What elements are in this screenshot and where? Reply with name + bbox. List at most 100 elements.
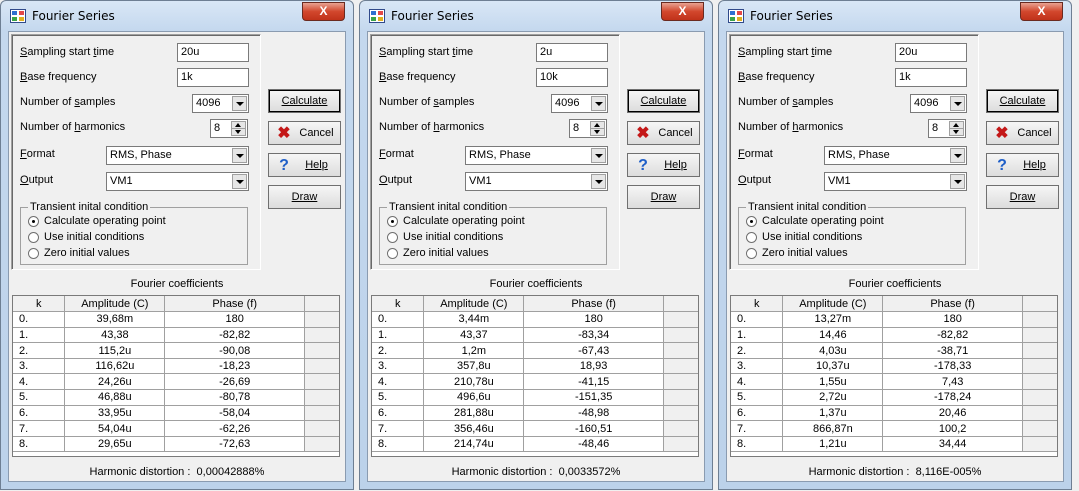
column-header-k[interactable]: k bbox=[731, 296, 784, 313]
close-button[interactable]: X bbox=[1020, 2, 1063, 21]
column-header-amplitude[interactable]: Amplitude (C) bbox=[782, 296, 884, 313]
draw-button[interactable]: Draw bbox=[268, 185, 341, 209]
table-row[interactable]: 0. 3,44m 180 bbox=[372, 311, 698, 328]
table-row[interactable]: 2. 4,03u -38,71 bbox=[731, 342, 1057, 359]
cell-amplitude: 4,03u bbox=[782, 342, 884, 359]
table-row[interactable]: 5. 46,88u -80,78 bbox=[13, 389, 339, 406]
table-row[interactable]: 5. 2,72u -178,24 bbox=[731, 389, 1057, 406]
format-select[interactable]: RMS, Phase bbox=[465, 146, 608, 165]
calculate-button[interactable]: Calculate bbox=[268, 89, 341, 113]
output-select[interactable]: VM1 bbox=[824, 172, 967, 191]
table-row[interactable]: 7. 866,87n 100,2 bbox=[731, 420, 1057, 437]
draw-button[interactable]: Draw bbox=[986, 185, 1059, 209]
chevron-down-icon[interactable] bbox=[591, 96, 606, 111]
output-select[interactable]: VM1 bbox=[106, 172, 249, 191]
table-row[interactable]: 2. 115,2u -90,08 bbox=[13, 342, 339, 359]
draw-button[interactable]: Draw bbox=[627, 185, 700, 209]
table-row[interactable]: 6. 1,37u 20,46 bbox=[731, 405, 1057, 422]
close-icon: X bbox=[678, 4, 687, 18]
column-header-phase[interactable]: Phase (f) bbox=[523, 296, 665, 313]
format-select[interactable]: RMS, Phase bbox=[106, 146, 249, 165]
table-row[interactable]: 1. 14,46 -82,82 bbox=[731, 327, 1057, 344]
table-row[interactable]: 3. 357,8u 18,93 bbox=[372, 358, 698, 375]
table-row[interactable]: 3. 116,62u -18,23 bbox=[13, 358, 339, 375]
number-of-harmonics-stepper[interactable]: 8 bbox=[210, 119, 248, 138]
table-row[interactable]: 0. 39,68m 180 bbox=[13, 311, 339, 328]
column-header-amplitude[interactable]: Amplitude (C) bbox=[64, 296, 166, 313]
column-header-k[interactable]: k bbox=[372, 296, 425, 313]
close-button[interactable]: X bbox=[661, 2, 704, 21]
close-button[interactable]: X bbox=[302, 2, 345, 21]
format-value: RMS, Phase bbox=[828, 149, 890, 161]
cell-k: 6. bbox=[372, 405, 425, 422]
number-of-harmonics-stepper[interactable]: 8 bbox=[928, 119, 966, 138]
table-row[interactable]: 8. 214,74u -48,46 bbox=[372, 436, 698, 453]
cell-empty bbox=[1022, 405, 1057, 422]
chevron-down-icon[interactable] bbox=[950, 174, 965, 189]
cancel-button[interactable]: ✖ Cancel bbox=[268, 121, 341, 145]
table-row[interactable]: 4. 1,55u 7,43 bbox=[731, 373, 1057, 391]
table-row[interactable]: 5. 496,6u -151,35 bbox=[372, 389, 698, 406]
number-of-samples-select[interactable]: 4096 bbox=[910, 94, 967, 113]
cell-amplitude: 43,38 bbox=[64, 327, 166, 344]
chevron-down-icon[interactable] bbox=[591, 174, 606, 189]
base-frequency-label: Base frequency bbox=[379, 71, 456, 83]
radio-icon bbox=[28, 248, 39, 259]
column-header-phase[interactable]: Phase (f) bbox=[882, 296, 1024, 313]
table-row[interactable]: 8. 1,21u 34,44 bbox=[731, 436, 1057, 453]
table-row[interactable]: 2. 1,2m -67,43 bbox=[372, 342, 698, 359]
table-row[interactable]: 0. 13,27m 180 bbox=[731, 311, 1057, 328]
chevron-down-icon[interactable] bbox=[950, 148, 965, 163]
number-of-samples-select[interactable]: 4096 bbox=[551, 94, 608, 113]
table-row[interactable]: 7. 54,04u -62,26 bbox=[13, 420, 339, 437]
cell-k: 2. bbox=[372, 342, 425, 359]
chevron-down-icon[interactable] bbox=[232, 148, 247, 163]
coefficients-table[interactable]: k Amplitude (C) Phase (f) 0. 13,27m 180 1. 1… bbox=[730, 295, 1058, 457]
spin-down-icon[interactable] bbox=[231, 128, 246, 136]
number-of-harmonics-stepper[interactable]: 8 bbox=[569, 119, 607, 138]
cell-empty bbox=[663, 436, 698, 453]
spin-down-icon[interactable] bbox=[590, 128, 605, 136]
column-header-k[interactable]: k bbox=[13, 296, 66, 313]
spin-down-icon[interactable] bbox=[949, 128, 964, 136]
coefficients-table[interactable]: k Amplitude (C) Phase (f) 0. 39,68m 180 1. 4… bbox=[12, 295, 340, 457]
table-row[interactable]: 6. 281,88u -48,98 bbox=[372, 405, 698, 422]
title-bar[interactable]: Fourier Series X bbox=[726, 1, 1064, 31]
table-row[interactable]: 1. 43,37 -83,34 bbox=[372, 327, 698, 344]
format-select[interactable]: RMS, Phase bbox=[824, 146, 967, 165]
cell-amplitude: 357,8u bbox=[423, 358, 525, 375]
cancel-button[interactable]: ✖ Cancel bbox=[627, 121, 700, 145]
table-row[interactable]: 4. 210,78u -41,15 bbox=[372, 373, 698, 391]
help-button[interactable]: ? Help bbox=[627, 153, 700, 177]
title-bar[interactable]: Fourier Series X bbox=[367, 1, 705, 31]
sampling-start-time-input[interactable]: 20u bbox=[177, 43, 249, 62]
cancel-button[interactable]: ✖ Cancel bbox=[986, 121, 1059, 145]
table-row[interactable]: 6. 33,95u -58,04 bbox=[13, 405, 339, 422]
calculate-button[interactable]: Calculate bbox=[627, 89, 700, 113]
chevron-down-icon[interactable] bbox=[950, 96, 965, 111]
calculate-button[interactable]: Calculate bbox=[986, 89, 1059, 113]
base-frequency-input[interactable]: 10k bbox=[536, 68, 608, 87]
sampling-start-time-input[interactable]: 20u bbox=[895, 43, 967, 62]
table-row[interactable]: 4. 24,26u -26,69 bbox=[13, 373, 339, 391]
column-header-empty bbox=[663, 296, 698, 313]
table-row[interactable]: 3. 10,37u -178,33 bbox=[731, 358, 1057, 375]
base-frequency-input[interactable]: 1k bbox=[177, 68, 249, 87]
table-row[interactable]: 7. 356,46u -160,51 bbox=[372, 420, 698, 437]
column-header-phase[interactable]: Phase (f) bbox=[164, 296, 306, 313]
table-row[interactable]: 1. 43,38 -82,82 bbox=[13, 327, 339, 344]
draw-label: Draw bbox=[650, 191, 677, 203]
sampling-start-time-input[interactable]: 2u bbox=[536, 43, 608, 62]
output-select[interactable]: VM1 bbox=[465, 172, 608, 191]
chevron-down-icon[interactable] bbox=[591, 148, 606, 163]
number-of-samples-select[interactable]: 4096 bbox=[192, 94, 249, 113]
title-bar[interactable]: Fourier Series X bbox=[8, 1, 346, 31]
table-row[interactable]: 8. 29,65u -72,63 bbox=[13, 436, 339, 453]
coefficients-table[interactable]: k Amplitude (C) Phase (f) 0. 3,44m 180 1. 43… bbox=[371, 295, 699, 457]
base-frequency-input[interactable]: 1k bbox=[895, 68, 967, 87]
chevron-down-icon[interactable] bbox=[232, 174, 247, 189]
chevron-down-icon[interactable] bbox=[232, 96, 247, 111]
column-header-amplitude[interactable]: Amplitude (C) bbox=[423, 296, 525, 313]
help-button[interactable]: ? Help bbox=[268, 153, 341, 177]
help-button[interactable]: ? Help bbox=[986, 153, 1059, 177]
